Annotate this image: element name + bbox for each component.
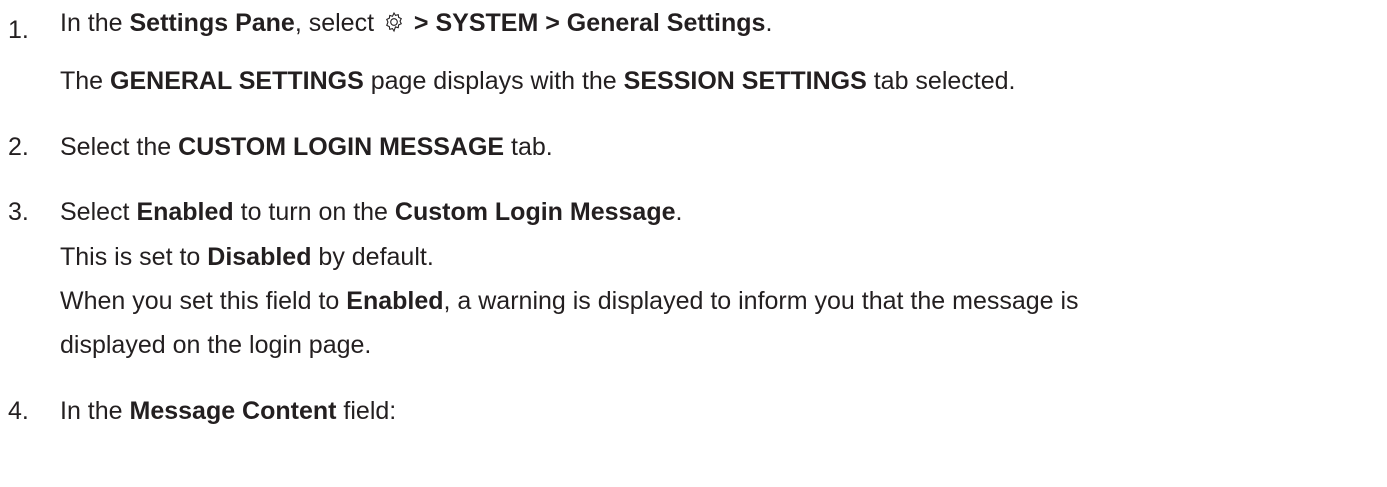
text-run: tab selected. bbox=[866, 67, 1016, 95]
ui-path-system-general-settings: > SYSTEM > General Settings bbox=[406, 9, 766, 37]
step-3-note-default: This is set to Disabled by default. bbox=[60, 242, 434, 272]
step-1-text: In the Settings Pane, select > SYSTEM > … bbox=[60, 8, 772, 38]
ui-term-session-settings: SESSION SETTINGS bbox=[623, 67, 867, 95]
text-run: When you set this field to bbox=[60, 287, 347, 315]
text-run: , select bbox=[294, 9, 381, 37]
text-run: displayed on the login page. bbox=[60, 331, 372, 359]
ui-term-disabled: Disabled bbox=[207, 243, 312, 271]
step-number: 1. bbox=[8, 16, 29, 44]
text-run: In the bbox=[60, 397, 130, 425]
step-4-text: In the Message Content field: bbox=[60, 396, 396, 426]
step-number: 4. bbox=[8, 397, 29, 425]
ui-term-custom-login-message-tab: CUSTOM LOGIN MESSAGE bbox=[178, 133, 505, 161]
procedure-document: 1. In the Settings Pane, select > SYSTEM… bbox=[0, 0, 1387, 487]
ui-term-enabled: Enabled bbox=[136, 198, 234, 226]
step-3-text: Select Enabled to turn on the Custom Log… bbox=[60, 197, 682, 227]
step-2-text: Select the CUSTOM LOGIN MESSAGE tab. bbox=[60, 132, 553, 162]
text-run: In the bbox=[60, 9, 130, 37]
ui-term-custom-login-message: Custom Login Message bbox=[394, 198, 676, 226]
text-run: , a warning is displayed to inform you t… bbox=[443, 287, 1079, 315]
text-run: field: bbox=[336, 397, 397, 425]
ui-term-message-content: Message Content bbox=[129, 397, 337, 425]
step-3-note-warning-cont: displayed on the login page. bbox=[60, 330, 371, 360]
text-run: to turn on the bbox=[233, 198, 395, 226]
text-run: This is set to bbox=[60, 243, 208, 271]
gear-icon bbox=[383, 10, 405, 33]
step-3-note-warning: When you set this field to Enabled, a wa… bbox=[60, 286, 1079, 316]
ui-term-general-settings: GENERAL SETTINGS bbox=[110, 67, 364, 95]
text-run: tab. bbox=[504, 133, 553, 161]
text-run: Select bbox=[60, 198, 137, 226]
text-run: page displays with the bbox=[363, 67, 624, 95]
text-run: . bbox=[765, 9, 773, 37]
text-run: Select the bbox=[60, 133, 179, 161]
text-run: by default. bbox=[311, 243, 434, 271]
ui-term-enabled: Enabled bbox=[346, 287, 444, 315]
step-1-result: The GENERAL SETTINGS page displays with … bbox=[60, 66, 1016, 96]
text-run: The bbox=[60, 67, 111, 95]
ui-term-settings-pane: Settings Pane bbox=[129, 9, 295, 37]
step-number: 3. bbox=[8, 198, 29, 226]
step-number: 2. bbox=[8, 133, 29, 161]
text-run: . bbox=[675, 198, 683, 226]
